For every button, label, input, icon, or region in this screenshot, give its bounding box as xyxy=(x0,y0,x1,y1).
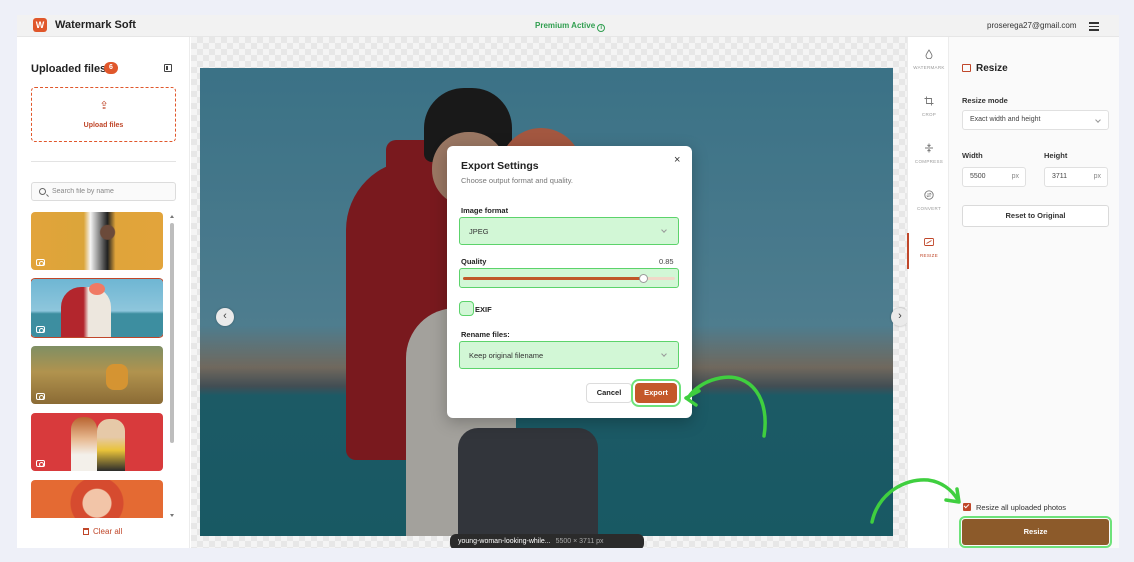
export-button[interactable]: Export xyxy=(631,379,681,407)
search-box[interactable] xyxy=(31,182,176,201)
upload-cloud-icon: ⇪ xyxy=(99,100,109,112)
tool-crop[interactable]: CROP xyxy=(908,88,950,132)
thumbnail-list[interactable] xyxy=(31,212,163,518)
tool-convert[interactable]: CONVERT xyxy=(908,182,950,226)
chevron-down-icon xyxy=(661,351,667,357)
camera-icon xyxy=(36,393,45,400)
quality-value: 0.85 xyxy=(659,257,674,266)
search-input[interactable] xyxy=(52,185,170,198)
image-format-label: Image format xyxy=(461,206,509,215)
upload-files-button[interactable]: ⇪ Upload files xyxy=(31,87,176,142)
compress-icon xyxy=(925,143,933,153)
resize-title-label: Resize xyxy=(976,63,1008,74)
trash-icon xyxy=(83,528,89,535)
clear-all-button[interactable]: Clear all xyxy=(83,527,122,536)
tool-label: CONVERT xyxy=(916,206,942,211)
resize-icon xyxy=(962,64,971,72)
quality-slider[interactable] xyxy=(463,274,675,283)
chevron-down-icon xyxy=(1095,117,1101,123)
search-icon xyxy=(39,188,46,195)
tool-resize[interactable]: RESIZE xyxy=(907,229,950,273)
resize-mode-select[interactable]: Exact width and height xyxy=(962,110,1109,130)
rename-files-value: Keep original filename xyxy=(469,351,544,360)
resize-all-checkbox[interactable]: Resize all uploaded photos xyxy=(963,503,1066,512)
file-thumbnail[interactable] xyxy=(31,346,163,404)
collapse-panel-icon[interactable] xyxy=(164,64,172,72)
quality-slider-fill xyxy=(463,277,644,280)
file-name: young-woman-looking-while... xyxy=(458,538,551,545)
cancel-button[interactable]: Cancel xyxy=(586,383,632,403)
panel-title: Resize xyxy=(962,63,1008,74)
unit-label: px xyxy=(1011,173,1019,180)
uploaded-files-panel: Uploaded files 6 ⇪ Upload files Search f… xyxy=(17,37,190,548)
modal-subtitle: Choose output format and quality. xyxy=(461,176,574,185)
convert-icon xyxy=(924,190,934,200)
unit-label: px xyxy=(1093,173,1101,180)
file-count-badge: 6 xyxy=(104,62,118,74)
tool-compress[interactable]: COMPRESS xyxy=(908,135,950,179)
scroll-up-arrow[interactable] xyxy=(170,215,174,218)
scroll-down-arrow[interactable] xyxy=(170,514,174,517)
rename-files-label: Rename files: xyxy=(461,330,510,339)
previous-image-arrow-icon[interactable]: ‹ xyxy=(216,308,234,326)
resize-all-label: Resize all uploaded photos xyxy=(976,503,1067,512)
quality-slider-knob[interactable] xyxy=(638,274,648,283)
tool-label: COMPRESS xyxy=(914,159,944,164)
premium-status[interactable]: Premium Active i xyxy=(535,21,606,32)
file-thumbnail[interactable] xyxy=(31,212,163,270)
top-bar: W Watermark Soft Premium Active i prosere… xyxy=(17,15,1119,37)
height-label: Height xyxy=(1044,151,1068,160)
quality-slider-container xyxy=(459,268,679,288)
clear-all-label: Clear all xyxy=(93,527,123,536)
crop-icon xyxy=(924,96,934,106)
modal-title: Export Settings xyxy=(461,160,539,172)
divider xyxy=(31,161,176,162)
tool-label: RESIZE xyxy=(919,253,939,258)
file-thumbnail[interactable] xyxy=(31,413,163,471)
quality-label: Quality xyxy=(461,257,487,266)
camera-icon xyxy=(36,326,45,333)
image-format-select[interactable]: JPEG xyxy=(459,217,679,245)
reset-to-original-button[interactable]: Reset to Original xyxy=(962,205,1109,227)
file-dimensions: 5500 × 3711 px xyxy=(555,538,604,545)
logo-icon: W xyxy=(33,18,47,32)
resize-button[interactable]: Resize xyxy=(959,516,1112,548)
exif-label: EXIF xyxy=(475,305,492,314)
tool-label: CROP xyxy=(921,112,937,117)
image-format-value: JPEG xyxy=(469,227,489,236)
file-thumbnail-selected[interactable] xyxy=(31,278,163,338)
height-value: 3711 xyxy=(1052,173,1068,180)
file-info-pill: young-woman-looking-while... 5500 × 3711 … xyxy=(450,534,644,548)
resize-mode-value: Exact width and height xyxy=(970,116,1041,123)
hamburger-menu-icon[interactable] xyxy=(1086,18,1102,34)
width-label: Width xyxy=(962,151,983,160)
tool-label: WATERMARK xyxy=(913,65,945,70)
info-icon[interactable]: i xyxy=(597,24,606,32)
water-drop-icon xyxy=(925,49,933,59)
thumbnail-scrollbar[interactable] xyxy=(170,215,174,517)
scroll-thumb[interactable] xyxy=(170,223,174,443)
resize-settings-panel: Resize Resize mode Exact width and heigh… xyxy=(949,37,1119,548)
close-icon[interactable]: × xyxy=(674,154,680,166)
file-thumbnail[interactable] xyxy=(31,480,163,518)
user-email: proserega27@gmail.com xyxy=(987,21,1077,30)
resize-icon xyxy=(924,238,934,246)
uploaded-files-title: Uploaded files xyxy=(31,63,107,75)
tool-rail: WATERMARK CROP COMPRESS CONVERT RESIZE xyxy=(907,37,949,548)
tool-watermark[interactable]: WATERMARK xyxy=(908,41,950,85)
app-name: Watermark Soft xyxy=(55,19,136,31)
exif-checkbox[interactable] xyxy=(459,301,474,316)
premium-label: Premium Active xyxy=(535,21,596,30)
height-input[interactable]: 3711 px xyxy=(1044,167,1108,187)
width-input[interactable]: 5500 px xyxy=(962,167,1026,187)
camera-icon xyxy=(36,460,45,467)
resize-mode-label: Resize mode xyxy=(962,96,1008,105)
export-settings-modal: Export Settings Choose output format and… xyxy=(447,146,692,418)
upload-files-label: Upload files xyxy=(83,122,124,129)
checkbox-checked-icon[interactable] xyxy=(963,503,971,511)
width-value: 5500 xyxy=(970,173,986,180)
chevron-down-icon xyxy=(661,227,667,233)
rename-files-select[interactable]: Keep original filename xyxy=(459,341,679,369)
camera-icon xyxy=(36,259,45,266)
